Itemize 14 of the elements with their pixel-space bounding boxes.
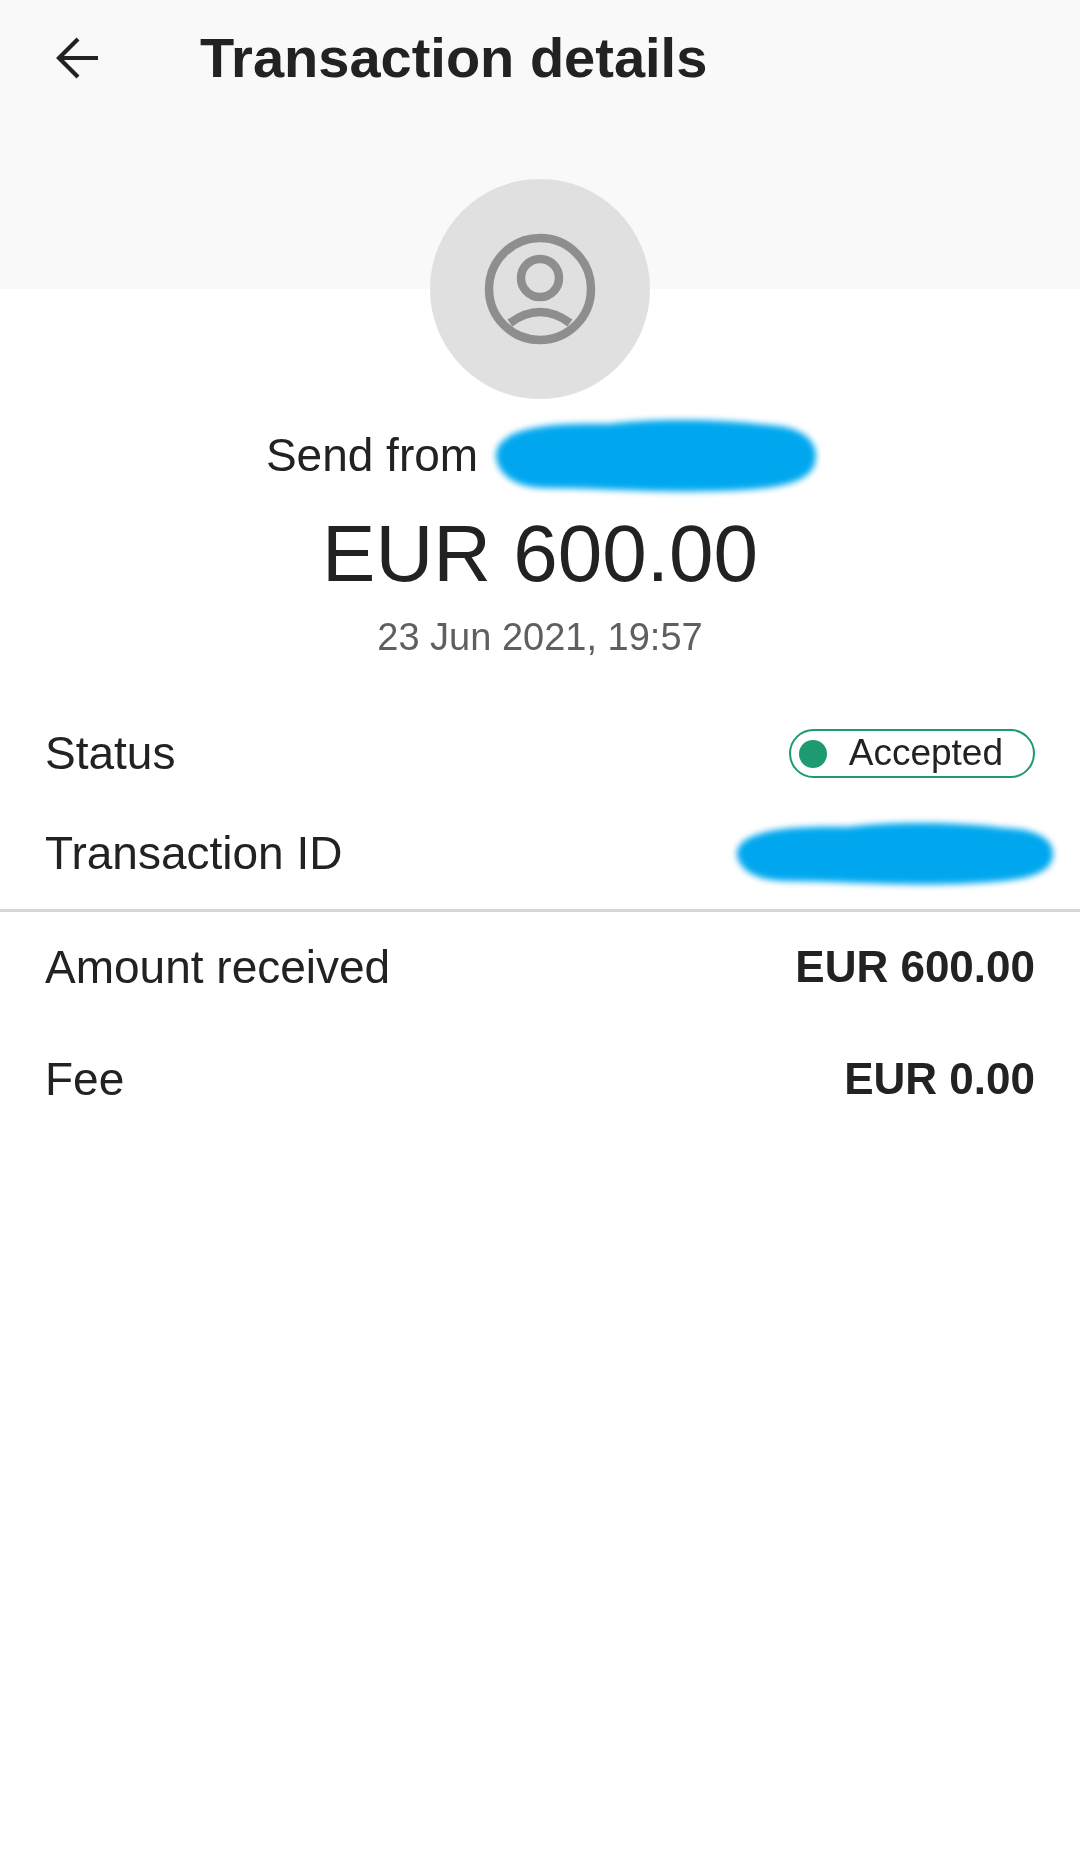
person-avatar-icon	[430, 179, 650, 399]
screen-title: Transaction details	[200, 25, 708, 92]
amount-value: EUR 0.00	[844, 1053, 1035, 1106]
date-text: 23 Jun 2021, 19:57	[377, 615, 703, 660]
detail-label: Status	[45, 726, 176, 781]
amount-value: EUR 600.00	[795, 941, 1035, 994]
detail-label: Transaction ID	[45, 826, 343, 881]
back-button[interactable]	[55, 36, 100, 80]
amount-label: Fee	[45, 1052, 125, 1107]
amount-label: Amount received	[45, 940, 391, 995]
status-text: Accepted	[848, 731, 1003, 776]
amount-text: EUR 600.00	[322, 508, 758, 600]
arrow-left-icon	[55, 36, 100, 80]
sender-label: Send from	[265, 428, 479, 484]
